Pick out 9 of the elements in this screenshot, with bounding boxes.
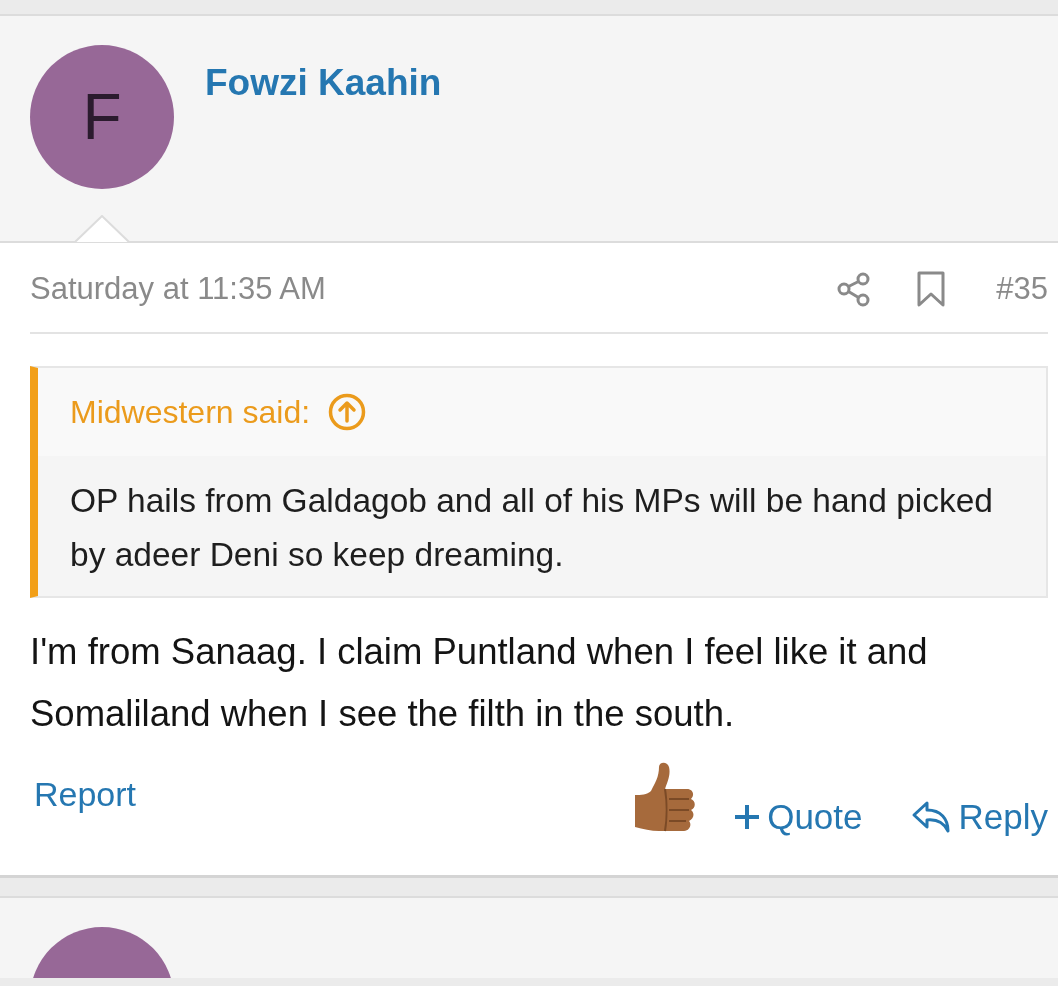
quote-button[interactable]: Quote xyxy=(733,797,863,837)
avatar[interactable]: F xyxy=(30,45,174,189)
post-date: Saturday at 11:35 AM xyxy=(30,270,327,307)
post-number[interactable]: #35 xyxy=(996,270,1048,307)
quote-text: OP hails from Galdagob and all of his MPs will be hand picked by adeer Deni so keep dreaming. xyxy=(69,481,994,575)
post-body: I'm from Sanaag. I claim Puntland when I feel like it and Somaliland when I see the filth in the south. xyxy=(30,630,929,736)
report-link[interactable]: Report xyxy=(34,775,630,814)
author-name[interactable]: Fowzi Kaahin xyxy=(205,63,442,104)
reply-button[interactable]: Reply xyxy=(910,797,1048,837)
